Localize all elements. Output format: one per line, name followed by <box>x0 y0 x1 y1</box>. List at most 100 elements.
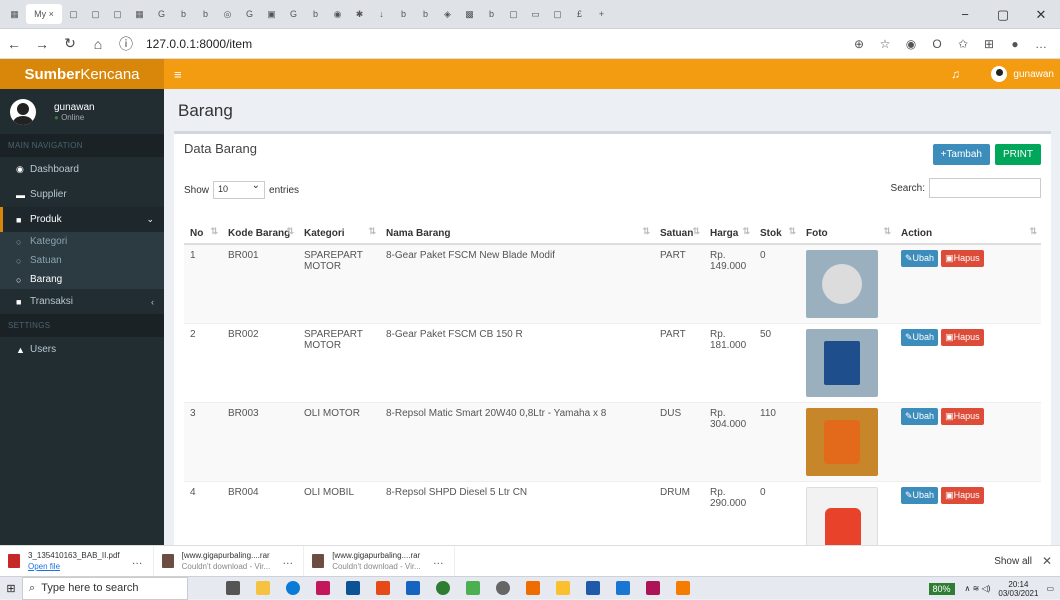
volume-icon[interactable]: ◁) <box>982 584 991 593</box>
browser-tab[interactable]: ◎ <box>217 4 238 24</box>
app-icon[interactable] <box>668 581 698 595</box>
browser-tab[interactable]: b <box>173 4 194 24</box>
col-header-harga[interactable]: Harga ⇅ <box>704 206 754 245</box>
browser-tab[interactable]: ▦ <box>4 4 25 24</box>
sidebar-item-satuan[interactable]: ○ Satuan <box>0 251 164 270</box>
ubah-button[interactable]: ✎Ubah <box>901 408 939 425</box>
browser-tab[interactable]: ▢ <box>85 4 106 24</box>
reload-icon[interactable]: ↻ <box>56 35 84 52</box>
app-icon[interactable] <box>608 581 638 595</box>
extension-icon[interactable]: ◉ <box>898 37 924 51</box>
browser-tab[interactable]: G <box>283 4 304 24</box>
app-icon[interactable] <box>428 581 458 595</box>
battery-indicator[interactable]: 80% <box>928 582 955 595</box>
sidebar-item-kategori[interactable]: ○ Kategori <box>0 232 164 251</box>
more-icon[interactable]: … <box>1028 37 1054 51</box>
word-icon[interactable] <box>578 581 608 595</box>
ubah-button[interactable]: ✎Ubah <box>901 487 939 504</box>
browser-tab[interactable]: G <box>239 4 260 24</box>
browser-tab[interactable]: ▢ <box>503 4 524 24</box>
browser-tab[interactable]: ▭ <box>525 4 546 24</box>
browser-tab[interactable]: ▣ <box>261 4 282 24</box>
col-header-foto[interactable]: Foto ⇅ <box>800 206 895 245</box>
col-header-nama[interactable]: Nama Barang ⇅ <box>380 206 654 245</box>
app-icon[interactable] <box>398 581 428 595</box>
sidebar-item-users[interactable]: ▲ Users <box>0 337 164 362</box>
taskbar-search[interactable]: ⌕ Type here to search <box>22 576 188 600</box>
sidebar-item-transaksi[interactable]: ■ Transaksi ‹ <box>0 289 164 314</box>
browser-tab[interactable]: ▦ <box>129 4 150 24</box>
url-field[interactable]: 127.0.0.1:8000/item <box>146 37 252 51</box>
col-header-satuan[interactable]: Satuan ⇅ <box>654 206 704 245</box>
ubah-button[interactable]: ✎Ubah <box>901 329 939 346</box>
forward-icon[interactable]: → <box>28 36 56 52</box>
user-menu[interactable]: gunawan <box>991 66 1054 82</box>
home-icon[interactable]: ⌂ <box>84 36 112 52</box>
app-icon[interactable] <box>308 581 338 595</box>
browser-tab[interactable]: ◉ <box>327 4 348 24</box>
app-icon[interactable] <box>458 581 488 595</box>
settings-icon[interactable] <box>488 581 518 595</box>
browser-tab[interactable]: ◈ <box>437 4 458 24</box>
app-icon[interactable] <box>548 581 578 595</box>
brand-logo[interactable]: Sumber Kencana <box>0 59 164 89</box>
favorites-icon[interactable]: ✩ <box>950 37 976 51</box>
edge-icon[interactable] <box>278 581 308 595</box>
back-icon[interactable]: ← <box>0 36 28 52</box>
print-button[interactable]: PRINT <box>995 144 1041 165</box>
sidebar-item-dashboard[interactable]: ◉ Dashboard <box>0 157 164 182</box>
collections-icon[interactable]: ⊞ <box>976 37 1002 51</box>
show-all-downloads-button[interactable]: Show all <box>994 556 1032 567</box>
entries-select[interactable]: 10 <box>213 180 266 199</box>
sidebar-item-supplier[interactable]: ▬ Supplier <box>0 182 164 207</box>
app-icon[interactable] <box>518 581 548 595</box>
download-status[interactable]: Open file <box>28 561 120 572</box>
sidebar-item-barang[interactable]: ○ Barang <box>0 270 164 289</box>
office-icon[interactable] <box>368 581 398 595</box>
hapus-button[interactable]: ▣Hapus <box>941 329 984 346</box>
close-icon[interactable]: ✕ <box>1022 0 1060 29</box>
ubah-button[interactable]: ✎Ubah <box>901 250 939 267</box>
hamburger-menu-icon[interactable]: ≡ <box>174 67 182 82</box>
tray-arrow-icon[interactable]: ∧ <box>965 584 971 593</box>
download-item[interactable]: 3_135410163_BAB_II.pdf Open file … <box>0 545 154 577</box>
col-header-action[interactable]: Action ⇅ <box>895 206 1041 245</box>
opera-icon[interactable]: O <box>924 37 950 51</box>
col-header-no[interactable]: No ⇅ <box>184 206 222 245</box>
sidebar-item-produk[interactable]: ■ Produk ⌄ <box>0 207 164 232</box>
browser-tab[interactable]: £ <box>569 4 590 24</box>
minimize-icon[interactable]: − <box>946 0 984 29</box>
browser-tab[interactable]: b <box>415 4 436 24</box>
favorite-icon[interactable]: ☆ <box>872 37 898 51</box>
browser-tab[interactable]: b <box>481 4 502 24</box>
browser-tab[interactable]: ▢ <box>547 4 568 24</box>
browser-tab[interactable]: b <box>195 4 216 24</box>
more-options-icon[interactable]: … <box>132 555 143 567</box>
browser-tab[interactable]: b <box>393 4 414 24</box>
col-header-kategori[interactable]: Kategori ⇅ <box>298 206 380 245</box>
hapus-button[interactable]: ▣Hapus <box>941 487 984 504</box>
maximize-icon[interactable]: ▢ <box>984 0 1022 29</box>
app-icon[interactable] <box>638 581 668 595</box>
notification-icon[interactable]: ♫ <box>951 67 960 81</box>
browser-tab[interactable]: ▢ <box>107 4 128 24</box>
wifi-icon[interactable]: ≋ <box>973 584 980 593</box>
more-options-icon[interactable]: … <box>282 555 293 567</box>
windows-start-icon[interactable]: ⊞ <box>0 582 22 595</box>
zoom-icon[interactable]: ⊕ <box>846 37 872 51</box>
col-header-kode[interactable]: Kode Barang ⇅ <box>222 206 298 245</box>
download-item[interactable]: [www.gigapurbaling....rar Couldn't downlo… <box>304 545 455 577</box>
more-options-icon[interactable]: … <box>433 555 444 567</box>
browser-tab[interactable]: ▢ <box>63 4 84 24</box>
browser-tab[interactable]: ✱ <box>349 4 370 24</box>
browser-tab[interactable]: b <box>305 4 326 24</box>
hapus-button[interactable]: ▣Hapus <box>941 250 984 267</box>
search-input[interactable] <box>929 178 1041 198</box>
browser-tab[interactable]: ↓ <box>371 4 392 24</box>
file-explorer-icon[interactable] <box>248 581 278 595</box>
col-header-stok[interactable]: Stok ⇅ <box>754 206 800 245</box>
profile-icon[interactable]: ● <box>1002 37 1028 51</box>
task-view-icon[interactable] <box>218 581 248 595</box>
browser-tab-active[interactable]: My × <box>26 4 62 24</box>
notification-center-icon[interactable]: ▭ <box>1046 584 1054 593</box>
